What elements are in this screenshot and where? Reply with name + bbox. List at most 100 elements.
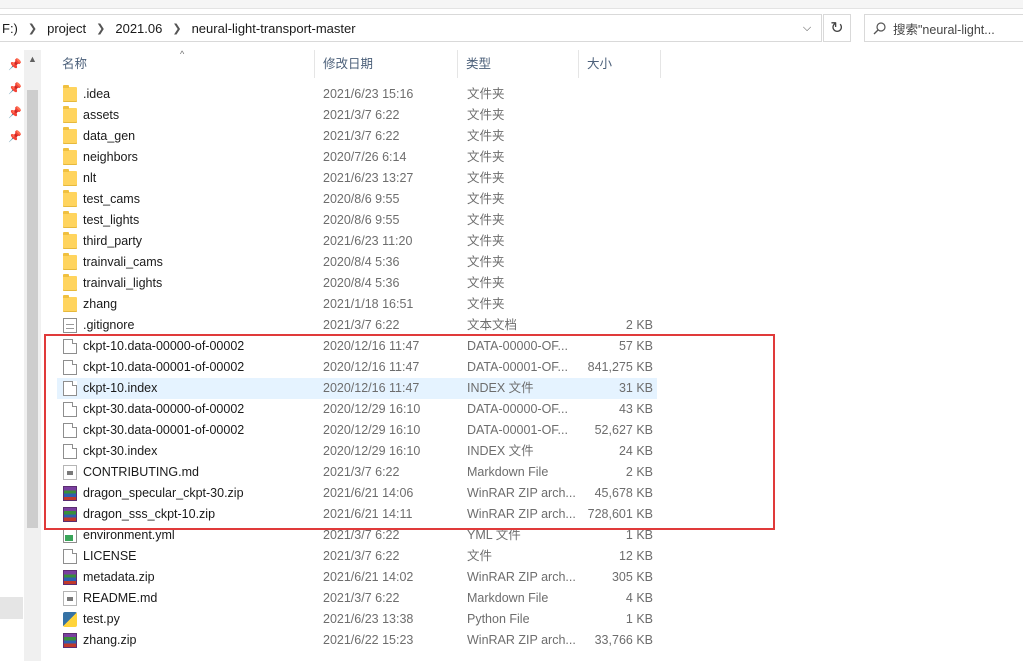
list-item[interactable]: ckpt-10.data-00000-of-00002 2020/12/16 11… (57, 336, 657, 357)
file-modified: 2021/3/7 6:22 (323, 549, 400, 563)
file-type: DATA-00000-OF... (467, 339, 568, 353)
file-type: Markdown File (467, 465, 549, 479)
pin-icon: 📌 (8, 59, 22, 71)
file-name: zhang.zip (83, 633, 137, 647)
file-modified: 2021/6/23 11:20 (323, 234, 413, 248)
chevron-right-icon[interactable]: ❯ (20, 22, 45, 35)
list-item[interactable]: README.md 2021/3/7 6:22 Markdown File 4 KB (57, 588, 657, 609)
file-modified: 2020/8/4 5:36 (323, 276, 400, 290)
chevron-right-icon[interactable]: ❯ (88, 22, 113, 35)
list-item[interactable]: dragon_sss_ckpt-10.zip 2021/6/21 14:11 Win… (57, 504, 657, 525)
list-item[interactable]: nlt 2021/6/23 13:27 文件夹 (57, 168, 657, 189)
list-item[interactable]: assets 2021/3/7 6:22 文件夹 (57, 105, 657, 126)
list-item[interactable]: CONTRIBUTING.md 2021/3/7 6:22 Markdown Fil… (57, 462, 657, 483)
list-item[interactable]: environment.yml 2021/3/7 6:22 YML 文件 1 KB (57, 525, 657, 546)
breadcrumb-item-2021-06[interactable]: 2021.06 (113, 21, 164, 36)
scroll-up-arrow-icon[interactable]: ▲ (24, 52, 41, 66)
file-type: 文本文档 (467, 318, 518, 332)
list-item[interactable]: ckpt-30.data-00001-of-00002 2020/12/29 16… (57, 420, 657, 441)
column-size[interactable]: 大小 (579, 50, 661, 78)
file-size: 12 KB (618, 549, 653, 563)
list-item[interactable]: zhang.zip 2021/6/22 15:23 WinRAR ZIP arch.… (57, 630, 657, 651)
list-item[interactable]: trainvali_lights 2020/8/4 5:36 文件夹 (57, 273, 657, 294)
breadcrumb-item-project[interactable]: project (45, 21, 88, 36)
folder-icon (63, 85, 77, 102)
file-name: assets (83, 108, 120, 122)
file-size: 52,627 KB (594, 423, 653, 437)
file-type: 文件 (467, 549, 493, 563)
nav-scrollbar[interactable]: ▲ (24, 50, 41, 661)
file-name: nlt (83, 171, 97, 185)
file-type: WinRAR ZIP arch... (467, 486, 576, 500)
sort-ascending-icon: ^ (180, 49, 185, 59)
folder-icon (63, 106, 77, 123)
file-name: metadata.zip (83, 570, 155, 584)
list-item[interactable]: zhang 2021/1/18 16:51 文件夹 (57, 294, 657, 315)
winrar-archive-icon (63, 570, 77, 585)
folder-icon (63, 295, 77, 312)
file-modified: 2020/12/16 11:47 (323, 381, 420, 395)
nav-selected-item[interactable] (0, 597, 23, 619)
file-type: 文件夹 (467, 150, 505, 164)
file-name: ckpt-10.data-00000-of-00002 (83, 339, 245, 353)
breadcrumb-drive[interactable]: F:) (0, 21, 20, 36)
file-modified: 2021/6/23 13:38 (323, 612, 414, 626)
file-type: 文件夹 (467, 87, 505, 101)
file-name: ckpt-30.index (83, 444, 158, 458)
column-type-label: 类型 (466, 57, 492, 71)
chevron-down-icon[interactable]: ⌵ (799, 15, 815, 41)
file-type: 文件夹 (467, 234, 505, 248)
file-icon (63, 423, 77, 438)
file-modified: 2021/3/7 6:22 (323, 129, 400, 143)
file-icon (63, 444, 77, 459)
column-type[interactable]: 类型 (458, 50, 579, 78)
list-item[interactable]: neighbors 2020/7/26 6:14 文件夹 (57, 147, 657, 168)
file-name: .idea (83, 87, 111, 101)
list-item[interactable]: trainvali_cams 2020/8/4 5:36 文件夹 (57, 252, 657, 273)
list-item[interactable]: ckpt-30.index 2020/12/29 16:10 INDEX 文件 24 … (57, 441, 657, 462)
list-item[interactable]: third_party 2021/6/23 11:20 文件夹 (57, 231, 657, 252)
file-type: 文件夹 (467, 108, 505, 122)
search-input[interactable]: 搜索"neural-light... (893, 19, 995, 38)
list-item[interactable]: .idea 2021/6/23 15:16 文件夹 (57, 84, 657, 105)
search-box[interactable]: 搜索"neural-light... (864, 14, 1023, 42)
file-type: 文件夹 (467, 192, 505, 206)
column-name[interactable]: 名称 (54, 50, 315, 78)
file-name: ckpt-10.data-00001-of-00002 (83, 360, 245, 374)
list-item[interactable]: LICENSE 2021/3/7 6:22 文件 12 KB (57, 546, 657, 567)
list-item[interactable]: ckpt-10.data-00001-of-00002 2020/12/16 11… (57, 357, 657, 378)
column-modified[interactable]: 修改日期 (315, 50, 458, 78)
ribbon-strip (0, 0, 1023, 9)
file-type: 文件夹 (467, 276, 505, 290)
address-bar[interactable]: F:) ❯ project ❯ 2021.06 ❯ neural-light-t… (0, 14, 822, 42)
breadcrumb: F:) ❯ project ❯ 2021.06 ❯ neural-light-t… (0, 15, 358, 41)
file-name: .gitignore (83, 318, 135, 332)
column-name-label: 名称 (62, 57, 88, 71)
file-name: neighbors (83, 150, 138, 164)
list-item[interactable]: test.py 2021/6/23 13:38 Python File 1 KB (57, 609, 657, 630)
chevron-right-icon[interactable]: ❯ (164, 22, 189, 35)
file-type: DATA-00001-OF... (467, 360, 568, 374)
list-item[interactable]: metadata.zip 2021/6/21 14:02 WinRAR ZIP ar… (57, 567, 657, 588)
list-item[interactable]: dragon_specular_ckpt-30.zip 2021/6/21 14:… (57, 483, 657, 504)
list-item[interactable]: ckpt-10.index 2020/12/16 11:47 INDEX 文件 31 … (57, 378, 657, 399)
file-size: 33,766 KB (594, 633, 653, 647)
file-type: 文件夹 (467, 297, 505, 311)
refresh-button[interactable]: ↻ (823, 14, 851, 42)
list-item[interactable]: test_cams 2020/8/6 9:55 文件夹 (57, 189, 657, 210)
file-type: WinRAR ZIP arch... (467, 570, 576, 584)
file-name: zhang (83, 297, 118, 311)
folder-icon (63, 211, 77, 228)
file-modified: 2021/6/23 15:16 (323, 87, 414, 101)
list-item[interactable]: test_lights 2020/8/6 9:55 文件夹 (57, 210, 657, 231)
list-item[interactable]: data_gen 2021/3/7 6:22 文件夹 (57, 126, 657, 147)
file-size: 1 KB (625, 612, 653, 626)
breadcrumb-item-current-folder[interactable]: neural-light-transport-master (190, 21, 358, 36)
file-modified: 2020/12/29 16:10 (323, 423, 421, 437)
list-item[interactable]: .gitignore 2021/3/7 6:22 文本文档 2 KB (57, 315, 657, 336)
file-modified: 2021/3/7 6:22 (323, 108, 400, 122)
scrollbar-thumb[interactable] (27, 90, 38, 528)
file-size: 305 KB (611, 570, 653, 584)
file-icon (63, 381, 77, 396)
list-item[interactable]: ckpt-30.data-00000-of-00002 2020/12/29 16… (57, 399, 657, 420)
